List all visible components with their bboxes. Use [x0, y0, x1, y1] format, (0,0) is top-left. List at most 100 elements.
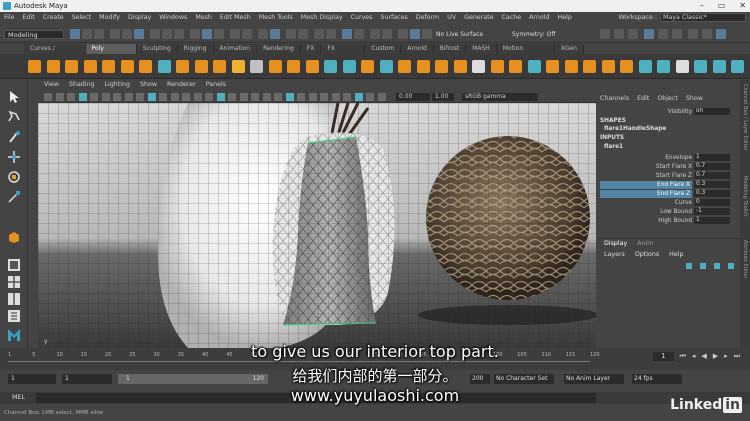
viewport-tool-icon[interactable] [147, 93, 156, 101]
shelf-tool-icon[interactable] [731, 60, 744, 73]
shelf-tool-icon[interactable] [453, 60, 467, 73]
shelf-tab-curves-surfaces[interactable]: Curves / Surfaces [24, 44, 86, 62]
attribute-value[interactable]: 0 [694, 199, 730, 206]
menu-mesh-tools[interactable]: Mesh Tools [259, 14, 293, 21]
menu-create[interactable]: Create [43, 14, 64, 21]
side-tab-modeling-toolkit[interactable]: Modeling Toolkit [742, 176, 748, 216]
paint-select-icon[interactable] [7, 130, 21, 144]
viewport-tool-icon[interactable] [182, 93, 190, 101]
perspective-viewport[interactable]: y [38, 103, 596, 348]
viewport-menu-panels[interactable]: Panels [206, 80, 226, 90]
status-tool-icon[interactable] [644, 29, 654, 39]
viewport-tool-icon[interactable] [239, 93, 248, 101]
menu-help[interactable]: Help [557, 14, 571, 21]
menu-curves[interactable]: Curves [351, 14, 373, 21]
viewport-menu-show[interactable]: Show [140, 80, 157, 90]
shelf-tab-arnold[interactable]: Arnold [401, 44, 434, 54]
shelf-tool-icon[interactable] [213, 60, 226, 73]
shelf-tab-bifrost[interactable]: Bifrost [433, 44, 467, 54]
shelf-tool-icon[interactable] [546, 60, 559, 73]
shelf-tool-icon[interactable] [583, 60, 596, 73]
color-space-dropdown[interactable]: sRGB gamma [462, 93, 538, 101]
attribute-row-start-flare-x[interactable]: Start Flare X 0.7 [598, 163, 740, 171]
attribute-row-end-flare-x[interactable]: End Flare X 0.3 [598, 181, 740, 189]
layer-tab-display[interactable]: Display [604, 239, 627, 249]
shelf-tool-icon[interactable] [231, 60, 245, 73]
shelf-tool-icon[interactable] [194, 60, 208, 73]
shelf-tool-icon[interactable] [435, 60, 448, 73]
viewport-tool-icon[interactable] [124, 93, 133, 101]
menu-modify[interactable]: Modify [99, 14, 120, 21]
shelf-tool-icon[interactable] [268, 60, 282, 73]
status-tool-icon[interactable] [230, 29, 240, 39]
status-tool-icon[interactable] [422, 29, 432, 39]
shelf-tool-icon[interactable] [65, 60, 78, 73]
shelf-tool-icon[interactable] [416, 60, 430, 73]
gamma-field[interactable]: 1.00 [432, 93, 454, 101]
menu-mesh-display[interactable]: Mesh Display [301, 14, 343, 21]
menu-mesh[interactable]: Mesh [195, 14, 212, 21]
viewport-tool-icon[interactable] [297, 93, 305, 101]
viewport-menu-shading[interactable]: Shading [69, 80, 95, 90]
attribute-value[interactable]: 0.7 [694, 172, 730, 179]
status-tool-icon[interactable] [150, 29, 160, 39]
shelf-tool-icon[interactable] [398, 60, 411, 73]
close-icon[interactable]: ✕ [739, 0, 746, 12]
shelf-tab-sculpting[interactable]: Sculpting [136, 44, 178, 54]
shelf-tool-icon[interactable] [472, 60, 485, 73]
attribute-value[interactable]: 1 [694, 217, 730, 224]
status-tool-icon[interactable] [658, 29, 668, 39]
menu-deform[interactable]: Deform [416, 14, 439, 21]
menu-edit-mesh[interactable]: Edit Mesh [220, 14, 251, 21]
symmetry-field[interactable]: Symmetry: Off [512, 30, 582, 39]
new-layer-selected-icon[interactable] [700, 263, 706, 269]
menu-arnold[interactable]: Arnold [529, 14, 549, 21]
status-tool-icon[interactable] [314, 29, 324, 39]
shelf-tool-icon[interactable] [712, 60, 726, 73]
viewport-tool-icon[interactable] [159, 93, 167, 101]
shelf-tool-icon[interactable] [620, 60, 633, 73]
status-tool-icon[interactable] [716, 29, 726, 39]
four-pane-layout-icon[interactable] [7, 275, 21, 289]
outliner-layout-icon[interactable] [7, 309, 21, 323]
rotate-tool-icon[interactable] [7, 170, 21, 184]
channel-box-tab-channels[interactable]: Channels [600, 94, 629, 104]
viewport-tool-icon[interactable] [136, 93, 144, 101]
viewport-tool-icon[interactable] [67, 93, 75, 101]
exposure-field[interactable]: 0.00 [396, 93, 430, 101]
status-tool-icon[interactable] [190, 29, 200, 39]
attribute-value[interactable]: 0.3 [694, 181, 730, 188]
menu-select[interactable]: Select [72, 14, 91, 21]
attribute-value[interactable]: 0.3 [694, 190, 730, 197]
channel-box-tab-edit[interactable]: Edit [637, 94, 649, 104]
status-tool-icon[interactable] [326, 29, 336, 39]
shelf-tool-icon[interactable] [157, 60, 171, 73]
status-tool-icon[interactable] [398, 29, 408, 39]
select-tool-icon[interactable] [7, 90, 21, 104]
status-tool-icon[interactable] [162, 29, 172, 39]
shelf-tab-custom[interactable]: Custom [365, 44, 402, 54]
viewport-tool-icon[interactable] [320, 93, 328, 101]
viewport-tool-icon[interactable] [170, 93, 179, 101]
status-tool-icon[interactable] [600, 29, 610, 39]
shelf-tool-icon[interactable] [46, 60, 60, 73]
status-tool-icon[interactable] [298, 29, 308, 39]
menu-uv[interactable]: UV [447, 14, 456, 21]
menu-generate[interactable]: Generate [464, 14, 493, 21]
last-tool-icon[interactable] [7, 230, 21, 244]
menu-windows[interactable]: Windows [159, 14, 187, 21]
viewport-tool-icon[interactable] [113, 93, 121, 101]
shelf-tab-motion-graphics[interactable]: Motion Graphics [496, 44, 555, 62]
menu-set-dropdown[interactable]: Modeling [4, 30, 64, 39]
viewport-tool-icon[interactable] [262, 93, 271, 101]
status-tool-icon[interactable] [214, 29, 224, 39]
layer-menu-layers[interactable]: Layers [604, 250, 625, 260]
shelf-tool-icon[interactable] [176, 60, 189, 73]
status-tool-icon[interactable] [702, 29, 712, 39]
shelf-tool-icon[interactable] [250, 60, 263, 73]
viewport-tool-icon[interactable] [331, 93, 340, 101]
viewport-tool-icon[interactable] [55, 93, 64, 101]
viewport-tool-icon[interactable] [377, 93, 386, 101]
shelf-tool-icon[interactable] [601, 60, 615, 73]
shelf-tool-icon[interactable] [102, 60, 115, 73]
